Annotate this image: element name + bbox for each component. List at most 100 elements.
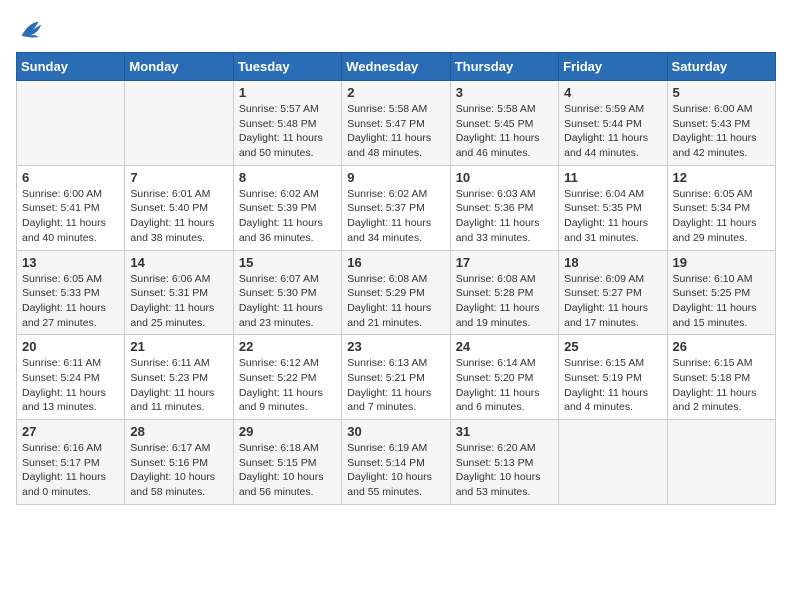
calendar-cell: 10 Sunrise: 6:03 AM Sunset: 5:36 PM Dayli… bbox=[450, 165, 558, 250]
day-number: 20 bbox=[22, 339, 119, 354]
day-number: 30 bbox=[347, 424, 444, 439]
calendar-day-header: Wednesday bbox=[342, 53, 450, 81]
calendar-cell: 17 Sunrise: 6:08 AM Sunset: 5:28 PM Dayli… bbox=[450, 250, 558, 335]
calendar-cell: 9 Sunrise: 6:02 AM Sunset: 5:37 PM Daylig… bbox=[342, 165, 450, 250]
calendar-cell: 13 Sunrise: 6:05 AM Sunset: 5:33 PM Dayli… bbox=[17, 250, 125, 335]
day-info: Sunrise: 6:12 AM Sunset: 5:22 PM Dayligh… bbox=[239, 356, 336, 415]
day-info: Sunrise: 6:06 AM Sunset: 5:31 PM Dayligh… bbox=[130, 272, 227, 331]
day-info: Sunrise: 5:58 AM Sunset: 5:47 PM Dayligh… bbox=[347, 102, 444, 161]
day-number: 19 bbox=[673, 255, 770, 270]
calendar-cell: 5 Sunrise: 6:00 AM Sunset: 5:43 PM Daylig… bbox=[667, 81, 775, 166]
day-number: 27 bbox=[22, 424, 119, 439]
day-number: 25 bbox=[564, 339, 661, 354]
day-number: 26 bbox=[673, 339, 770, 354]
calendar-cell: 29 Sunrise: 6:18 AM Sunset: 5:15 PM Dayli… bbox=[233, 420, 341, 505]
calendar-cell: 27 Sunrise: 6:16 AM Sunset: 5:17 PM Dayli… bbox=[17, 420, 125, 505]
day-info: Sunrise: 6:00 AM Sunset: 5:41 PM Dayligh… bbox=[22, 187, 119, 246]
day-number: 9 bbox=[347, 170, 444, 185]
day-number: 1 bbox=[239, 85, 336, 100]
day-number: 16 bbox=[347, 255, 444, 270]
day-info: Sunrise: 6:14 AM Sunset: 5:20 PM Dayligh… bbox=[456, 356, 553, 415]
day-number: 22 bbox=[239, 339, 336, 354]
calendar-cell: 22 Sunrise: 6:12 AM Sunset: 5:22 PM Dayli… bbox=[233, 335, 341, 420]
day-info: Sunrise: 6:11 AM Sunset: 5:24 PM Dayligh… bbox=[22, 356, 119, 415]
day-number: 29 bbox=[239, 424, 336, 439]
day-number: 2 bbox=[347, 85, 444, 100]
calendar-day-header: Friday bbox=[559, 53, 667, 81]
calendar-day-header: Sunday bbox=[17, 53, 125, 81]
calendar-cell: 28Sunrise: 6:17 AM Sunset: 5:16 PM Dayli… bbox=[125, 420, 233, 505]
calendar-cell: 1 Sunrise: 5:57 AM Sunset: 5:48 PM Daylig… bbox=[233, 81, 341, 166]
day-info: Sunrise: 5:58 AM Sunset: 5:45 PM Dayligh… bbox=[456, 102, 553, 161]
calendar-cell bbox=[125, 81, 233, 166]
day-info: Sunrise: 6:08 AM Sunset: 5:28 PM Dayligh… bbox=[456, 272, 553, 331]
day-info: Sunrise: 6:18 AM Sunset: 5:15 PM Dayligh… bbox=[239, 441, 336, 500]
calendar-table: SundayMondayTuesdayWednesdayThursdayFrid… bbox=[16, 52, 776, 505]
calendar-cell: 2 Sunrise: 5:58 AM Sunset: 5:47 PM Daylig… bbox=[342, 81, 450, 166]
day-number: 10 bbox=[456, 170, 553, 185]
day-number: 3 bbox=[456, 85, 553, 100]
calendar-week-row: 6 Sunrise: 6:00 AM Sunset: 5:41 PM Daylig… bbox=[17, 165, 776, 250]
day-info: Sunrise: 6:03 AM Sunset: 5:36 PM Dayligh… bbox=[456, 187, 553, 246]
calendar-cell: 15 Sunrise: 6:07 AM Sunset: 5:30 PM Dayli… bbox=[233, 250, 341, 335]
day-info: Sunrise: 6:08 AM Sunset: 5:29 PM Dayligh… bbox=[347, 272, 444, 331]
day-info: Sunrise: 6:16 AM Sunset: 5:17 PM Dayligh… bbox=[22, 441, 119, 500]
day-number: 11 bbox=[564, 170, 661, 185]
day-number: 12 bbox=[673, 170, 770, 185]
day-number: 6 bbox=[22, 170, 119, 185]
day-info: Sunrise: 6:15 AM Sunset: 5:19 PM Dayligh… bbox=[564, 356, 661, 415]
day-number: 15 bbox=[239, 255, 336, 270]
calendar-cell: 25 Sunrise: 6:15 AM Sunset: 5:19 PM Dayli… bbox=[559, 335, 667, 420]
logo bbox=[16, 16, 48, 44]
calendar-cell: 3 Sunrise: 5:58 AM Sunset: 5:45 PM Daylig… bbox=[450, 81, 558, 166]
calendar-cell: 11 Sunrise: 6:04 AM Sunset: 5:35 PM Dayli… bbox=[559, 165, 667, 250]
calendar-day-header: Tuesday bbox=[233, 53, 341, 81]
day-info: Sunrise: 6:11 AM Sunset: 5:23 PM Dayligh… bbox=[130, 356, 227, 415]
logo-bird-icon bbox=[16, 16, 44, 44]
day-number: 23 bbox=[347, 339, 444, 354]
day-info: Sunrise: 6:07 AM Sunset: 5:30 PM Dayligh… bbox=[239, 272, 336, 331]
calendar-cell: 20 Sunrise: 6:11 AM Sunset: 5:24 PM Dayli… bbox=[17, 335, 125, 420]
calendar-cell: 21 Sunrise: 6:11 AM Sunset: 5:23 PM Dayli… bbox=[125, 335, 233, 420]
day-info: Sunrise: 6:04 AM Sunset: 5:35 PM Dayligh… bbox=[564, 187, 661, 246]
calendar-cell: 18Sunrise: 6:09 AM Sunset: 5:27 PM Dayli… bbox=[559, 250, 667, 335]
calendar-cell: 30 Sunrise: 6:19 AM Sunset: 5:14 PM Dayli… bbox=[342, 420, 450, 505]
day-number: 17 bbox=[456, 255, 553, 270]
page-header bbox=[16, 16, 776, 44]
day-number: 31 bbox=[456, 424, 553, 439]
day-info: Sunrise: 6:17 AM Sunset: 5:16 PM Dayligh… bbox=[130, 441, 227, 500]
calendar-day-header: Saturday bbox=[667, 53, 775, 81]
calendar-week-row: 1 Sunrise: 5:57 AM Sunset: 5:48 PM Daylig… bbox=[17, 81, 776, 166]
calendar-cell: 31Sunrise: 6:20 AM Sunset: 5:13 PM Dayli… bbox=[450, 420, 558, 505]
calendar-cell: 4 Sunrise: 5:59 AM Sunset: 5:44 PM Daylig… bbox=[559, 81, 667, 166]
calendar-cell: 7 Sunrise: 6:01 AM Sunset: 5:40 PM Daylig… bbox=[125, 165, 233, 250]
day-info: Sunrise: 6:01 AM Sunset: 5:40 PM Dayligh… bbox=[130, 187, 227, 246]
day-number: 21 bbox=[130, 339, 227, 354]
day-info: Sunrise: 5:57 AM Sunset: 5:48 PM Dayligh… bbox=[239, 102, 336, 161]
calendar-day-header: Monday bbox=[125, 53, 233, 81]
day-info: Sunrise: 6:02 AM Sunset: 5:37 PM Dayligh… bbox=[347, 187, 444, 246]
day-info: Sunrise: 6:02 AM Sunset: 5:39 PM Dayligh… bbox=[239, 187, 336, 246]
calendar-week-row: 20 Sunrise: 6:11 AM Sunset: 5:24 PM Dayli… bbox=[17, 335, 776, 420]
day-info: Sunrise: 6:15 AM Sunset: 5:18 PM Dayligh… bbox=[673, 356, 770, 415]
day-number: 14 bbox=[130, 255, 227, 270]
calendar-cell: 14 Sunrise: 6:06 AM Sunset: 5:31 PM Dayli… bbox=[125, 250, 233, 335]
calendar-cell: 24Sunrise: 6:14 AM Sunset: 5:20 PM Dayli… bbox=[450, 335, 558, 420]
calendar-cell: 6 Sunrise: 6:00 AM Sunset: 5:41 PM Daylig… bbox=[17, 165, 125, 250]
calendar-cell: 12Sunrise: 6:05 AM Sunset: 5:34 PM Dayli… bbox=[667, 165, 775, 250]
calendar-cell: 26 Sunrise: 6:15 AM Sunset: 5:18 PM Dayli… bbox=[667, 335, 775, 420]
day-info: Sunrise: 6:09 AM Sunset: 5:27 PM Dayligh… bbox=[564, 272, 661, 331]
day-info: Sunrise: 6:10 AM Sunset: 5:25 PM Dayligh… bbox=[673, 272, 770, 331]
calendar-cell bbox=[559, 420, 667, 505]
calendar-week-row: 13 Sunrise: 6:05 AM Sunset: 5:33 PM Dayli… bbox=[17, 250, 776, 335]
day-number: 4 bbox=[564, 85, 661, 100]
day-info: Sunrise: 5:59 AM Sunset: 5:44 PM Dayligh… bbox=[564, 102, 661, 161]
calendar-cell bbox=[667, 420, 775, 505]
day-number: 13 bbox=[22, 255, 119, 270]
day-info: Sunrise: 6:19 AM Sunset: 5:14 PM Dayligh… bbox=[347, 441, 444, 500]
day-number: 7 bbox=[130, 170, 227, 185]
calendar-header-row: SundayMondayTuesdayWednesdayThursdayFrid… bbox=[17, 53, 776, 81]
day-info: Sunrise: 6:05 AM Sunset: 5:33 PM Dayligh… bbox=[22, 272, 119, 331]
day-number: 5 bbox=[673, 85, 770, 100]
day-info: Sunrise: 6:00 AM Sunset: 5:43 PM Dayligh… bbox=[673, 102, 770, 161]
